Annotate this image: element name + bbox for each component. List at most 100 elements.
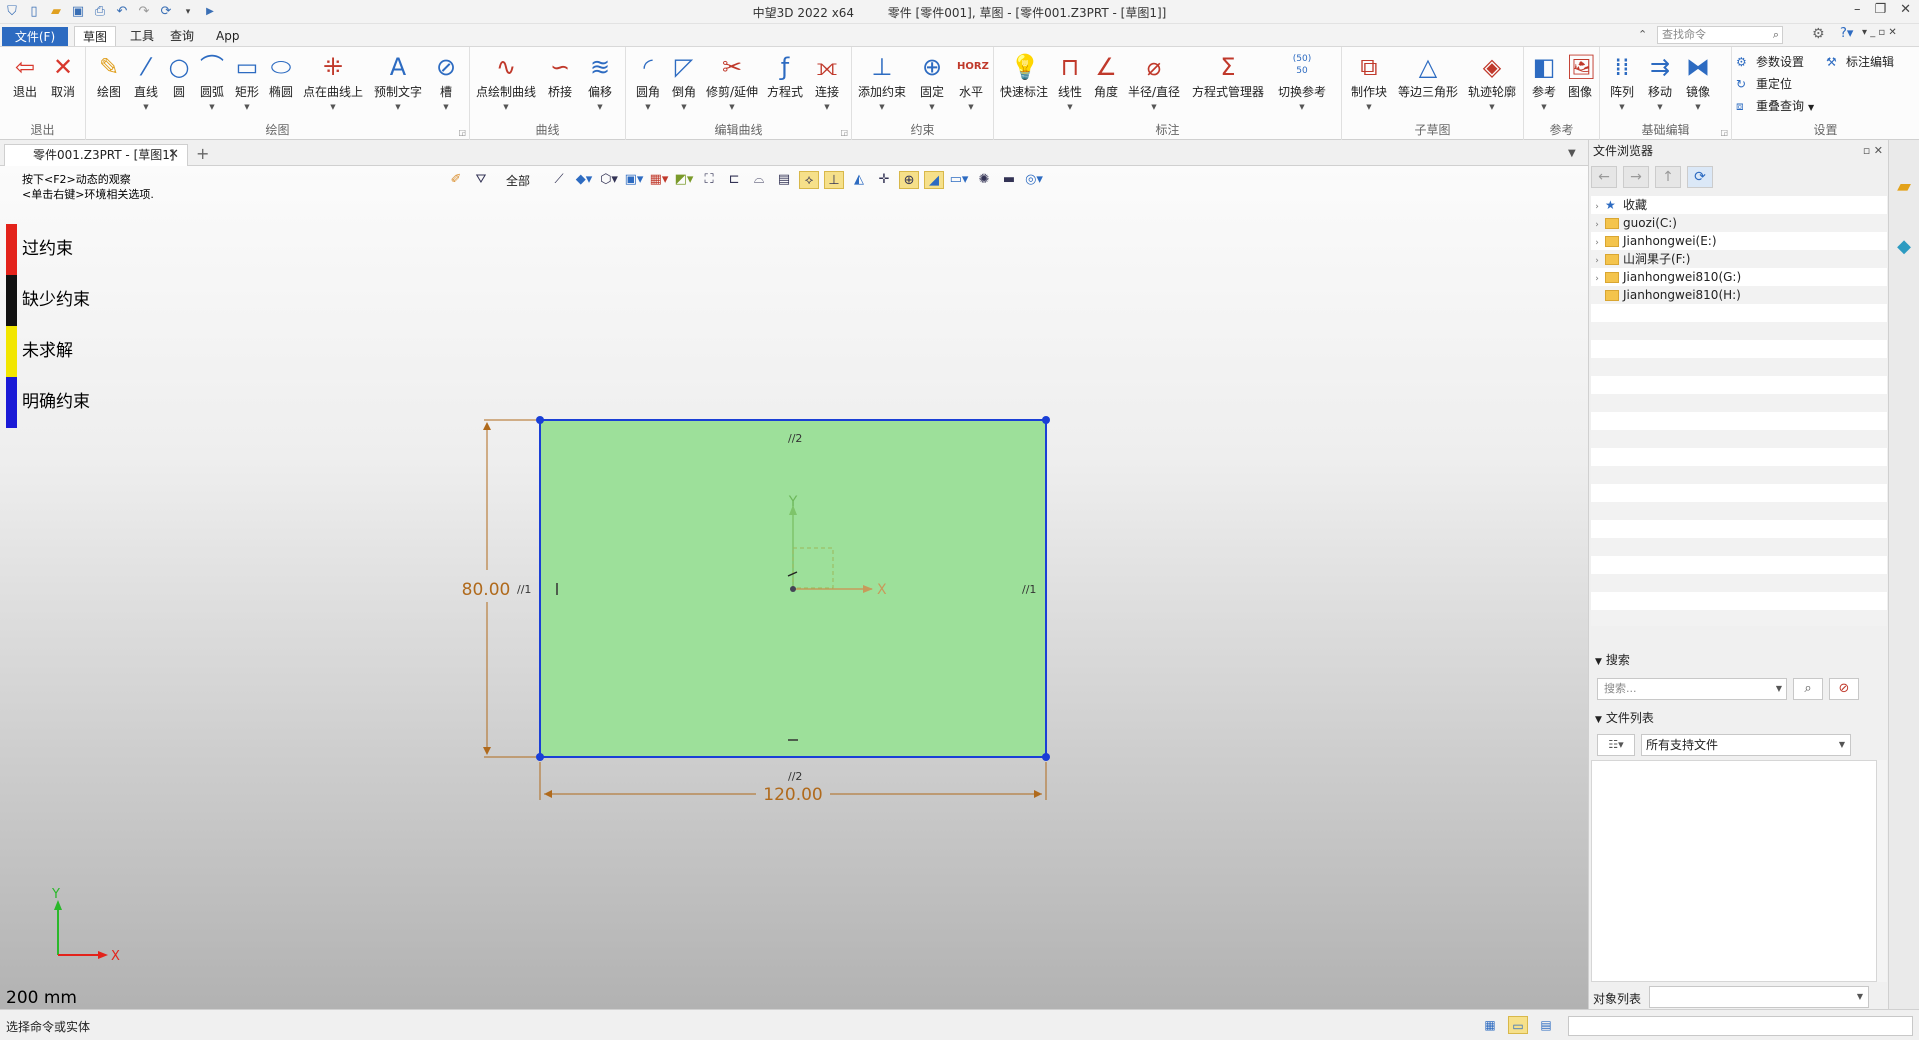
file-list[interactable]	[1591, 760, 1877, 982]
up-arrow-icon[interactable]: ↑	[1655, 166, 1681, 188]
slot-button[interactable]: ⊘ 槽 ▼	[428, 53, 464, 111]
chevron-down-icon[interactable]: ▼	[1126, 103, 1182, 111]
dim-edit-button[interactable]: ⚒ 标注编辑	[1826, 53, 1894, 70]
back-arrow-icon[interactable]: ←	[1591, 166, 1617, 188]
vertex-point[interactable]	[1042, 416, 1050, 424]
folder-icon[interactable]: ▰	[1891, 176, 1917, 200]
draw-button[interactable]: ✎ 绘图	[90, 53, 128, 100]
point-curve-button[interactable]: ∿ 点绘制曲线 ▼	[474, 53, 538, 111]
chevron-down-icon[interactable]: ▼	[1604, 103, 1640, 111]
exit-button[interactable]: ⇦ 退出	[6, 53, 44, 100]
mirror-button[interactable]: ⧓ 镜像 ▼	[1680, 53, 1716, 111]
ribbon-minimize-icon[interactable]: ▾ _ ▫ ✕	[1862, 27, 1897, 38]
arc-button[interactable]: ⌒ 圆弧 ▼	[194, 53, 230, 111]
chevron-down-icon[interactable]: ▼	[666, 103, 702, 111]
ellipse-button[interactable]: ⬭ 椭圆	[264, 53, 298, 100]
reposition-button[interactable]: ↻ 重定位	[1736, 75, 1792, 92]
tab-query[interactable]: 查询	[162, 26, 202, 46]
circle-button[interactable]: ○ 圆	[164, 53, 194, 100]
view-mode-button[interactable]: ☷▾	[1597, 734, 1635, 756]
chevron-down-icon[interactable]: ▼	[428, 103, 464, 111]
chevron-down-icon[interactable]: ▼	[580, 103, 620, 111]
forward-arrow-icon[interactable]: →	[1623, 166, 1649, 188]
preset-text-button[interactable]: A 预制文字 ▼	[370, 53, 426, 111]
tree-item-drive[interactable]: Jianhongwei810(H:)	[1591, 286, 1741, 304]
toggle-ref-button[interactable]: (50) 50 切换参考 ▼	[1272, 53, 1332, 111]
chevron-down-icon[interactable]: ▼	[1052, 103, 1088, 111]
panel-pin-close-icon[interactable]: ▫ ✕	[1863, 140, 1883, 162]
chevron-down-icon[interactable]: ▼	[474, 103, 538, 111]
chevron-down-icon[interactable]: ▼	[230, 103, 264, 111]
fix-button[interactable]: ⊕ 固定 ▼	[912, 53, 952, 111]
vertex-point[interactable]	[1042, 753, 1050, 761]
group-launcher-icon[interactable]: ◲	[458, 128, 466, 137]
clear-search-button[interactable]: ⊘	[1829, 678, 1859, 700]
make-block-button[interactable]: ⧉ 制作块 ▼	[1346, 53, 1392, 111]
width-dimension-value[interactable]: 120.00	[763, 785, 822, 805]
chevron-down-icon[interactable]: ▼	[128, 103, 164, 111]
group-launcher-icon[interactable]: ◲	[1720, 128, 1728, 137]
document-tab[interactable]: 零件001.Z3PRT - [草图1] ✕	[4, 144, 188, 166]
offset-button[interactable]: ≋ 偏移 ▼	[580, 53, 620, 111]
chevron-down-icon[interactable]: ▼	[702, 103, 762, 111]
file-menu[interactable]: 文件(F)	[2, 27, 68, 47]
tree-item-favorites[interactable]: › ★ 收藏	[1591, 196, 1647, 214]
puzzle-icon[interactable]: ◆	[1891, 236, 1917, 260]
tree-item-drive[interactable]: › Jianhongwei(E:)	[1591, 232, 1716, 250]
trim-extend-button[interactable]: ✂ 修剪/延伸 ▼	[702, 53, 762, 111]
horizontal-button[interactable]: HORZ 水平 ▼	[952, 53, 990, 111]
rect-button[interactable]: ▭ 矩形 ▼	[230, 53, 264, 111]
help-icon[interactable]: ?▾	[1840, 26, 1853, 41]
close-icon[interactable]: ✕	[1900, 2, 1911, 17]
tab-app[interactable]: App	[208, 26, 247, 46]
reference-button[interactable]: ◧ 参考 ▼	[1526, 53, 1562, 111]
tab-list-dropdown-icon[interactable]: ▼	[1568, 148, 1576, 159]
chevron-down-icon[interactable]: ▼	[1776, 679, 1782, 699]
object-list-select[interactable]: ▼	[1649, 986, 1869, 1008]
line-button[interactable]: ⁄ 直线 ▼	[128, 53, 164, 111]
chevron-down-icon[interactable]: ▼	[1464, 103, 1520, 111]
search-section-header[interactable]: ▼ 搜索	[1591, 650, 1887, 670]
chevron-down-icon[interactable]: ▼	[1857, 992, 1863, 1001]
search-icon[interactable]: ⌕	[1773, 27, 1779, 43]
settings-gear-icon[interactable]: ⚙	[1812, 26, 1825, 42]
tab-sketch[interactable]: 草图	[74, 26, 117, 46]
panel-icon[interactable]: ▤	[1536, 1016, 1556, 1034]
vertex-point[interactable]	[536, 416, 544, 424]
file-list-section-header[interactable]: ▼ 文件列表	[1591, 708, 1887, 728]
chevron-down-icon[interactable]: ▼	[1272, 103, 1332, 111]
chevron-down-icon[interactable]: ▼	[952, 103, 990, 111]
array-button[interactable]: ⁞⁞ 阵列 ▼	[1604, 53, 1640, 111]
chevron-down-icon[interactable]: ▼	[1680, 103, 1716, 111]
minimize-icon[interactable]: –	[1854, 2, 1861, 17]
connect-button[interactable]: ⟗ 连接 ▼	[808, 53, 846, 111]
equation-manager-button[interactable]: Σ 方程式管理器	[1188, 53, 1268, 100]
chevron-down-icon[interactable]: ▼	[194, 103, 230, 111]
search-button[interactable]: ⌕	[1793, 678, 1823, 700]
chevron-down-icon[interactable]: ▼	[1808, 103, 1814, 112]
image-button[interactable]: 🖼 图像	[1562, 53, 1598, 100]
move-button[interactable]: ⇉ 移动 ▼	[1642, 53, 1678, 111]
close-tab-icon[interactable]: ✕	[168, 145, 179, 165]
vertex-point[interactable]	[536, 753, 544, 761]
chevron-down-icon[interactable]: ▼	[1526, 103, 1562, 111]
file-search-input[interactable]: 搜索... ▼	[1597, 678, 1787, 700]
chevron-down-icon[interactable]: ▼	[1839, 735, 1845, 755]
chevron-down-icon[interactable]: ▼	[1346, 103, 1392, 111]
bridge-button[interactable]: ∽ 桥接	[540, 53, 580, 100]
point-on-curve-button[interactable]: ⁜ 点在曲线上 ▼	[298, 53, 368, 111]
tab-tools[interactable]: 工具	[122, 26, 162, 46]
screen-icon[interactable]: ▭	[1508, 1016, 1528, 1034]
chevron-down-icon[interactable]: ▼	[630, 103, 666, 111]
track-profile-button[interactable]: ◈ 轨迹轮廓 ▼	[1464, 53, 1520, 111]
quick-dim-button[interactable]: 💡 快速标注	[998, 53, 1050, 100]
command-search-input[interactable]: 查找命令 ⌕	[1657, 26, 1783, 44]
chevron-down-icon[interactable]: ▼	[854, 103, 910, 111]
cancel-button[interactable]: ✕ 取消	[44, 53, 82, 100]
chevron-down-icon[interactable]: ▼	[1642, 103, 1678, 111]
group-launcher-icon[interactable]: ◲	[840, 128, 848, 137]
chevron-down-icon[interactable]: ▼	[912, 103, 952, 111]
origin-point[interactable]	[790, 586, 796, 592]
tree-item-drive[interactable]: › guozi(C:)	[1591, 214, 1677, 232]
fillet-button[interactable]: ◜ 圆角 ▼	[630, 53, 666, 111]
